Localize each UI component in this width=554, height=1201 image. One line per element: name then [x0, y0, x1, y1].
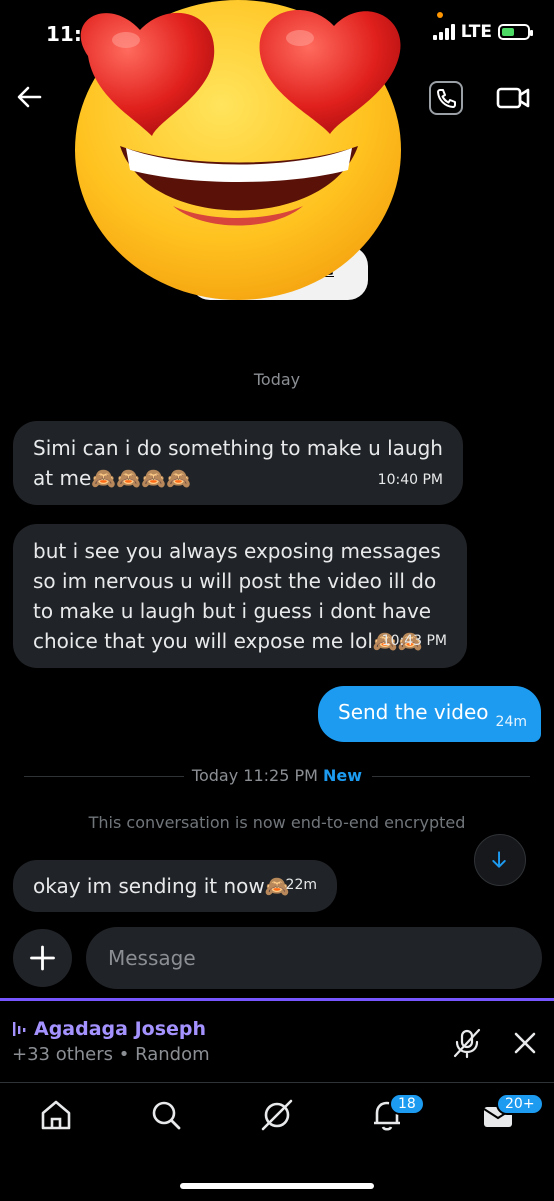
network-label: LTE	[460, 22, 492, 42]
add-attachment-button[interactable]	[13, 929, 72, 987]
search-icon[interactable]	[146, 1095, 186, 1135]
message-text: but i see you always exposing messages s…	[33, 539, 441, 653]
call-button[interactable]	[429, 81, 463, 115]
sent-message[interactable]: Send the video 24m	[318, 686, 541, 742]
privacy-indicator	[437, 12, 443, 18]
status-indicators: LTE	[432, 22, 533, 42]
close-icon[interactable]	[510, 1028, 540, 1058]
plus-icon	[30, 945, 55, 971]
audio-wave-icon	[13, 1022, 26, 1036]
encryption-notice: This conversation is now end-to-end encr…	[88, 813, 466, 832]
arrow-left-icon[interactable]	[14, 82, 44, 112]
battery-icon	[498, 24, 533, 40]
messages-badge: 20+	[496, 1093, 544, 1115]
space-host[interactable]: Agadaga Joseph	[12, 1018, 206, 1040]
message-time: 24m	[495, 714, 527, 730]
new-separator-time: Today 11:25 PM	[191, 766, 318, 785]
heart-eyes-emoji	[75, 0, 401, 300]
grok-icon[interactable]	[257, 1095, 297, 1135]
new-messages-separator: Today 11:25 PM New	[0, 766, 554, 785]
received-message[interactable]: but i see you always exposing messages s…	[13, 524, 467, 668]
phone-icon	[437, 89, 456, 108]
home-indicator	[180, 1183, 374, 1189]
message-time: 22m	[285, 877, 317, 893]
received-message[interactable]: okay im sending it now🙈 22m	[13, 860, 337, 912]
space-subtitle: +33 others • Random	[12, 1044, 210, 1065]
message-input[interactable]	[86, 927, 542, 989]
home-icon[interactable]	[36, 1095, 76, 1135]
mic-off-icon[interactable]	[450, 1026, 484, 1060]
video-camera-icon[interactable]	[495, 81, 531, 115]
space-host-name: Agadaga Joseph	[34, 1018, 207, 1040]
message-time: 10:43 PM	[381, 633, 447, 649]
new-label: New	[323, 766, 363, 785]
notifications-badge: 18	[389, 1093, 425, 1115]
scroll-to-bottom-button[interactable]	[474, 834, 526, 886]
received-message[interactable]: Simi can i do something to make u laugh …	[13, 421, 463, 505]
date-separator: Today	[253, 370, 301, 389]
arrow-down-icon	[492, 851, 506, 868]
message-text: Send the video	[338, 700, 489, 724]
signal-icon	[432, 24, 455, 40]
message-time: 10:40 PM	[377, 472, 443, 488]
message-text: okay im sending it now🙈	[33, 874, 290, 898]
